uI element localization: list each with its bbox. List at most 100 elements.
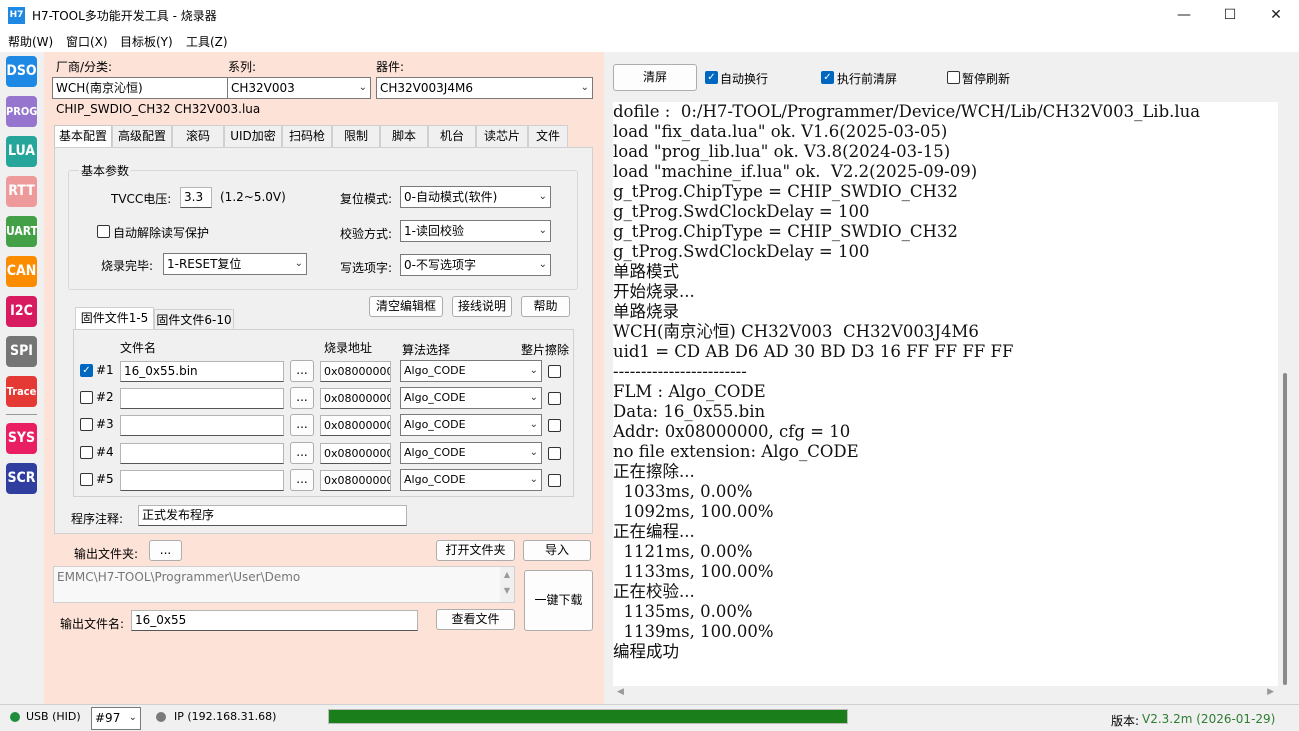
output-folder-path[interactable]: EMMC\H7-TOOL\Programmer\User\Demo ▲ ▼ bbox=[53, 566, 515, 603]
tab-file[interactable]: 文件 bbox=[528, 125, 568, 147]
scroll-right-icon[interactable]: ▶ bbox=[1267, 687, 1274, 697]
tab-basic-config[interactable]: 基本配置 bbox=[54, 125, 112, 147]
one-click-download-button[interactable]: 一键下载 bbox=[524, 570, 593, 631]
clear-editor-button[interactable]: 清空编辑框 bbox=[369, 296, 443, 317]
option-bytes-select[interactable]: 0-不写选项字 ⌄ bbox=[400, 254, 551, 276]
menu-window[interactable]: 窗口(X) bbox=[66, 33, 108, 50]
firmware-browse-button[interactable]: ... bbox=[290, 360, 314, 382]
chip-label: 器件: bbox=[376, 60, 405, 74]
firmware-algorithm-select[interactable]: Algo_CODE ⌄ bbox=[400, 387, 542, 409]
nav-dso-button[interactable]: DSO bbox=[6, 56, 37, 87]
chevron-down-icon: ⌄ bbox=[358, 82, 367, 93]
pause-refresh-checkbox[interactable] bbox=[947, 71, 960, 84]
nav-sys-button[interactable]: SYS bbox=[6, 423, 37, 454]
firmware-enable-checkbox[interactable] bbox=[80, 446, 93, 459]
firmware-full-erase-checkbox[interactable] bbox=[548, 365, 561, 378]
console-hscrollbar[interactable]: ◀ ▶ bbox=[613, 686, 1278, 700]
console-output[interactable]: dofile : 0:/H7-TOOL/Programmer/Device/WC… bbox=[613, 102, 1278, 686]
firmware-full-erase-checkbox[interactable] bbox=[548, 392, 561, 405]
firmware-filename-input[interactable] bbox=[120, 388, 284, 409]
tvcc-input[interactable]: 3.3 bbox=[180, 187, 212, 208]
tab-uid-encrypt[interactable]: UID加密 bbox=[224, 125, 282, 147]
clear-before-run-label: 执行前清屏 bbox=[837, 72, 898, 86]
wiring-help-button[interactable]: 接线说明 bbox=[452, 296, 512, 317]
firmware-enable-checkbox[interactable]: ✓ bbox=[80, 364, 93, 377]
menu-tools[interactable]: 工具(Z) bbox=[186, 33, 228, 50]
firmware-algorithm-value: Algo_CODE bbox=[404, 391, 466, 404]
scroll-left-icon[interactable]: ◀ bbox=[617, 687, 624, 697]
nav-spi-button[interactable]: SPI bbox=[6, 336, 37, 367]
tab-script[interactable]: 脚本 bbox=[380, 125, 428, 147]
nav-can-button[interactable]: CAN bbox=[6, 256, 37, 287]
firmware-index: #2 bbox=[96, 390, 114, 404]
clear-before-run-checkbox[interactable]: ✓ bbox=[821, 71, 834, 84]
nav-i2c-button[interactable]: I2C bbox=[6, 296, 37, 327]
import-button[interactable]: 导入 bbox=[523, 540, 591, 561]
tab-firmware-1-5[interactable]: 固件文件1-5 bbox=[75, 307, 154, 329]
firmware-enable-checkbox[interactable] bbox=[80, 473, 93, 486]
verify-mode-select[interactable]: 1-读回校验 ⌄ bbox=[400, 220, 551, 242]
help-button[interactable]: 帮助 bbox=[521, 296, 570, 317]
auto-wrap-checkbox[interactable]: ✓ bbox=[705, 71, 718, 84]
nav-scr-button[interactable]: SCR bbox=[6, 463, 37, 494]
nav-trace-button[interactable]: Trace bbox=[6, 376, 37, 407]
output-filename-input[interactable]: 16_0x55 bbox=[131, 610, 418, 631]
nav-lua-button[interactable]: LUA bbox=[6, 136, 37, 167]
firmware-enable-checkbox[interactable] bbox=[80, 418, 93, 431]
menu-target-board[interactable]: 目标板(Y) bbox=[120, 33, 173, 50]
firmware-browse-button[interactable]: ... bbox=[290, 442, 314, 464]
firmware-address-input[interactable]: 0x08000000 bbox=[320, 415, 391, 436]
port-select[interactable]: #97 ⌄ bbox=[91, 707, 141, 730]
maximize-button[interactable]: ☐ bbox=[1207, 0, 1253, 31]
console-vscrollbar[interactable] bbox=[1283, 373, 1287, 685]
firmware-algorithm-select[interactable]: Algo_CODE ⌄ bbox=[400, 442, 542, 464]
firmware-enable-checkbox[interactable] bbox=[80, 391, 93, 404]
open-folder-button[interactable]: 打开文件夹 bbox=[436, 540, 515, 561]
chip-select[interactable]: CH32V003J4M6 ⌄ bbox=[376, 77, 593, 99]
firmware-browse-button[interactable]: ... bbox=[290, 469, 314, 491]
firmware-browse-button[interactable]: ... bbox=[290, 414, 314, 436]
tab-scanner[interactable]: 扫码枪 bbox=[282, 125, 332, 147]
program-note-input[interactable]: 正式发布程序 bbox=[138, 505, 407, 526]
tab-limit[interactable]: 限制 bbox=[332, 125, 380, 147]
finish-action-select[interactable]: 1-RESET复位 ⌄ bbox=[163, 253, 307, 275]
path-scrollbar[interactable]: ▲ ▼ bbox=[500, 567, 514, 602]
auto-unlock-checkbox[interactable] bbox=[97, 225, 110, 238]
output-filename-label: 输出文件名: bbox=[60, 617, 125, 631]
firmware-filename-input[interactable] bbox=[120, 443, 284, 464]
firmware-filename-input[interactable] bbox=[120, 470, 284, 491]
firmware-full-erase-checkbox[interactable] bbox=[548, 447, 561, 460]
firmware-address-input[interactable]: 0x08000000 bbox=[320, 470, 391, 491]
output-folder-browse-button[interactable]: ... bbox=[149, 540, 182, 561]
firmware-algorithm-select[interactable]: Algo_CODE ⌄ bbox=[400, 414, 542, 436]
nav-uart-button[interactable]: UART bbox=[6, 216, 38, 247]
firmware-address-input[interactable]: 0x08000000 bbox=[320, 361, 391, 382]
view-file-button[interactable]: 查看文件 bbox=[436, 609, 515, 630]
tab-read-chip[interactable]: 读芯片 bbox=[476, 125, 528, 147]
tab-advanced-config[interactable]: 高级配置 bbox=[112, 125, 172, 147]
clear-screen-button[interactable]: 清屏 bbox=[613, 64, 697, 91]
firmware-algorithm-select[interactable]: Algo_CODE ⌄ bbox=[400, 360, 542, 382]
pause-refresh-label: 暂停刷新 bbox=[962, 72, 1011, 86]
nav-rtt-button[interactable]: RTT bbox=[6, 176, 37, 207]
title-bar: H7 H7-TOOL多功能开发工具 - 烧录器 — ☐ ✕ bbox=[0, 0, 1299, 31]
firmware-browse-button[interactable]: ... bbox=[290, 387, 314, 409]
close-button[interactable]: ✕ bbox=[1253, 0, 1299, 31]
tab-rolling-code[interactable]: 滚码 bbox=[172, 125, 224, 147]
firmware-address-input[interactable]: 0x08000000 bbox=[320, 443, 391, 464]
tab-firmware-6-10[interactable]: 固件文件6-10 bbox=[154, 309, 234, 329]
firmware-full-erase-checkbox[interactable] bbox=[548, 474, 561, 487]
series-select[interactable]: CH32V003 ⌄ bbox=[227, 77, 371, 99]
table-row: #2 ... 0x08000000 Algo_CODE ⌄ bbox=[74, 386, 574, 410]
firmware-address-input[interactable]: 0x08000000 bbox=[320, 388, 391, 409]
nav-prog-button[interactable]: PROG bbox=[6, 96, 37, 127]
minimize-button[interactable]: — bbox=[1161, 0, 1207, 31]
finish-action-value: 1-RESET复位 bbox=[167, 257, 242, 271]
firmware-filename-input[interactable] bbox=[120, 415, 284, 436]
menu-help[interactable]: 帮助(W) bbox=[8, 33, 53, 50]
reset-mode-select[interactable]: 0-自动模式(软件) ⌄ bbox=[400, 186, 551, 208]
firmware-filename-input[interactable]: 16_0x55.bin bbox=[120, 361, 284, 382]
tab-machine[interactable]: 机台 bbox=[428, 125, 476, 147]
firmware-algorithm-select[interactable]: Algo_CODE ⌄ bbox=[400, 469, 542, 491]
firmware-full-erase-checkbox[interactable] bbox=[548, 419, 561, 432]
